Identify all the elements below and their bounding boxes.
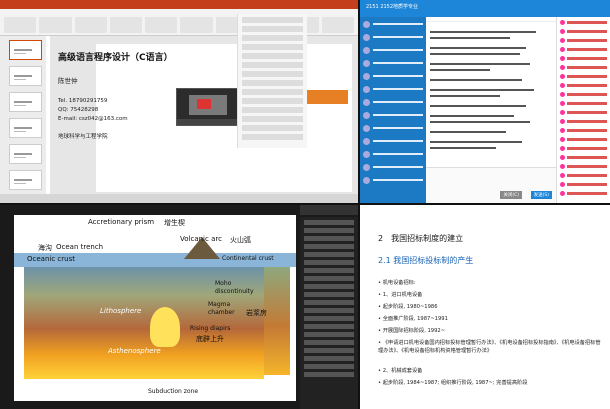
- list-item[interactable]: [363, 161, 423, 173]
- presentation-window: 高级语言程序设计（C语言） 陈世仲 Tel. 18790291759 QQ: 7…: [0, 0, 358, 203]
- group-chat-window: 2151 2152地质学专业 关闭(C) 发送(S): [360, 0, 610, 203]
- list-item: • 机电设备招标:: [378, 280, 416, 286]
- slide-thumbnail[interactable]: [9, 144, 42, 164]
- slide-accent-bar: [300, 90, 348, 104]
- label-magma-chamber-cn: 岩浆房: [246, 309, 267, 317]
- list-item: • 《申请进口机电设备国内招标投标管理暂行办法》、《机电设备招标投标指南》、《机…: [378, 340, 601, 354]
- label-volcanic-arc-cn: 火山弧: [230, 236, 251, 244]
- list-item[interactable]: [363, 96, 423, 108]
- label-magma-chamber: Magma chamber: [208, 301, 235, 316]
- send-button[interactable]: 发送(S): [530, 191, 552, 199]
- slide-thumbnail-panel[interactable]: [0, 36, 46, 194]
- list-item: • 起步阶段, 1984~1987; 组织推行阶段, 1987~; 完善提高阶段: [378, 380, 528, 386]
- list-item[interactable]: [363, 44, 423, 56]
- instructor-qq: QQ: 75428298: [58, 107, 99, 113]
- label-moho-discontinuity: Moho discontinuity: [215, 280, 254, 295]
- list-item[interactable]: [363, 135, 423, 147]
- ppt-statusbar: [0, 194, 358, 203]
- chat-group-name: 2151 2152地质学专业: [360, 0, 610, 17]
- magma-plume: [150, 307, 180, 347]
- label-ocean-trench-cn: 海沟: [38, 244, 52, 252]
- list-item: • 开展国际招标阶段, 1992~: [378, 328, 446, 334]
- close-button[interactable]: 关闭(C): [500, 191, 522, 199]
- side-panel-header: [300, 205, 358, 215]
- label-subduction-zone: Subduction zone: [148, 388, 199, 395]
- instructor-college: 地球科学与工程学院: [58, 134, 108, 140]
- video-controls[interactable]: [177, 119, 239, 125]
- label-rising-diapirs: Rising diapirs: [190, 325, 231, 332]
- group-member-list[interactable]: [556, 17, 610, 203]
- list-item: • 1、进口机电设备: [378, 292, 423, 298]
- list-item[interactable]: [363, 57, 423, 69]
- label-ocean-trench: Ocean trench: [56, 243, 104, 251]
- document-slide: 2 我国招标制度的建立 2.1 我国招标投标制的产生 • 机电设备招标: • 1…: [360, 205, 610, 409]
- chat-tabs[interactable]: [426, 17, 556, 22]
- participant-list[interactable]: [237, 14, 307, 148]
- list-item[interactable]: [363, 174, 423, 186]
- list-item[interactable]: [363, 122, 423, 134]
- slide-thumbnail[interactable]: [9, 170, 42, 190]
- label-asthenosphere: Asthenosphere: [108, 347, 161, 355]
- ppt-titlebar: [0, 0, 358, 9]
- label-continental-crust: Continental crust: [222, 255, 274, 262]
- list-item[interactable]: [363, 31, 423, 43]
- label-rising-diapirs-cn: 底辟上升: [196, 335, 224, 343]
- instructor-name: 陈世仲: [58, 77, 78, 85]
- list-item: • 全面推广阶段, 1987~1991: [378, 316, 448, 322]
- subsection-heading: 2.1 我国招标投标制的产生: [378, 256, 474, 265]
- side-panel[interactable]: [300, 217, 358, 409]
- label-accretionary-prism-cn: 增生楔: [164, 219, 185, 227]
- section-heading: 2 我国招标制度的建立: [378, 234, 464, 243]
- slide-title: 高级语言程序设计（C语言）: [58, 53, 173, 63]
- slide-thumbnail[interactable]: [9, 66, 42, 86]
- label-accretionary-prism: Accretionary prism: [88, 218, 155, 226]
- chat-input-box[interactable]: 关闭(C) 发送(S): [426, 167, 556, 203]
- list-item: • 2、机械成套设备: [378, 368, 423, 374]
- chat-message-area[interactable]: 关闭(C) 发送(S): [426, 17, 556, 203]
- list-item[interactable]: [363, 18, 423, 30]
- ppt-ribbon-tabs: [0, 9, 358, 11]
- slide-thumbnail[interactable]: [9, 118, 42, 138]
- list-item[interactable]: [363, 109, 423, 121]
- slide-thumbnail[interactable]: [9, 92, 42, 112]
- lecture-video-pane: Accretionary prism 增生楔 Volcanic arc 火山弧 …: [0, 205, 358, 409]
- list-item: • 起步阶段, 1980~1986: [378, 304, 438, 310]
- label-lithosphere: Lithosphere: [100, 307, 142, 315]
- slide-thumbnail[interactable]: [9, 40, 42, 60]
- chat-contact-list[interactable]: [360, 17, 426, 203]
- list-item[interactable]: [363, 70, 423, 82]
- video-call-window[interactable]: [176, 88, 240, 126]
- instructor-email: E-mail: csz042@163.com: [58, 116, 128, 122]
- instructor-tel: Tel. 18790291759: [58, 98, 108, 104]
- label-oceanic-crust: Oceanic crust: [27, 255, 75, 263]
- label-volcanic-arc: Volcanic arc: [180, 235, 222, 243]
- list-item[interactable]: [363, 148, 423, 160]
- list-item[interactable]: [363, 83, 423, 95]
